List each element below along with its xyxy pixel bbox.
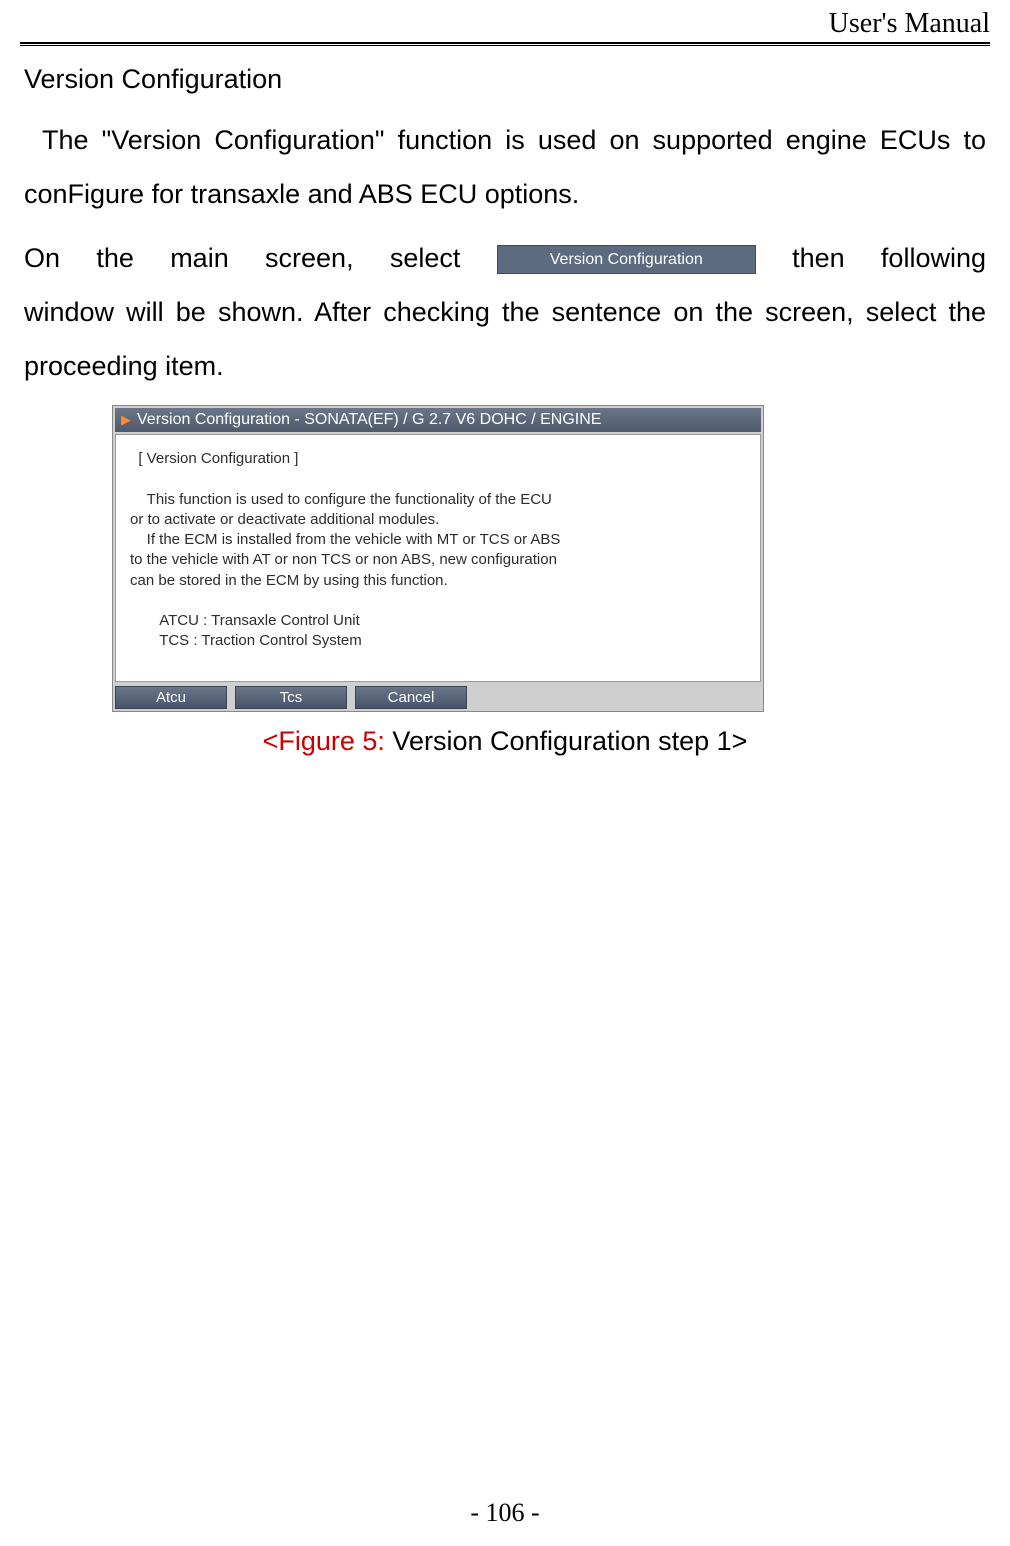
header-title: User's Manual — [829, 8, 990, 39]
instruction-text-line2: window will be shown. After checking the… — [24, 297, 986, 381]
page-number: - 106 - — [0, 1498, 1010, 1528]
intro-paragraph: The "Version Configuration" function is … — [24, 113, 986, 221]
version-configuration-button[interactable]: Version Configuration — [497, 245, 756, 274]
header-divider — [20, 42, 990, 46]
page-content: Version Configuration The "Version Confi… — [24, 64, 986, 757]
instruction-text-before: On the main screen, select — [24, 243, 497, 273]
section-title: Version Configuration — [24, 64, 986, 95]
atcu-button[interactable]: Atcu — [115, 686, 227, 709]
dialog-title: Version Configuration - SONATA(EF) / G 2… — [137, 411, 601, 429]
dialog-window: ▶ Version Configuration - SONATA(EF) / G… — [112, 405, 764, 712]
page-header: User's Manual — [829, 8, 990, 40]
triangle-icon: ▶ — [121, 412, 131, 428]
instruction-text-after: then following — [792, 243, 986, 273]
tcs-button[interactable]: Tcs — [235, 686, 347, 709]
cancel-button[interactable]: Cancel — [355, 686, 467, 709]
figure-caption-prefix: <Figure 5: — [263, 726, 385, 756]
instruction-line-1: On the main screen, select Version Confi… — [24, 231, 986, 285]
dialog-titlebar: ▶ Version Configuration - SONATA(EF) / G… — [115, 408, 761, 432]
instruction-paragraph: On the main screen, select Version Confi… — [24, 231, 986, 393]
figure-caption: <Figure 5: Version Configuration step 1> — [24, 726, 986, 757]
figure-caption-rest: Version Configuration step 1> — [385, 726, 747, 756]
dialog-body-text: [ Version Configuration ] This function … — [115, 434, 761, 682]
dialog-button-row: Atcu Tcs Cancel — [115, 686, 761, 709]
figure-screenshot: ▶ Version Configuration - SONATA(EF) / G… — [112, 405, 764, 712]
